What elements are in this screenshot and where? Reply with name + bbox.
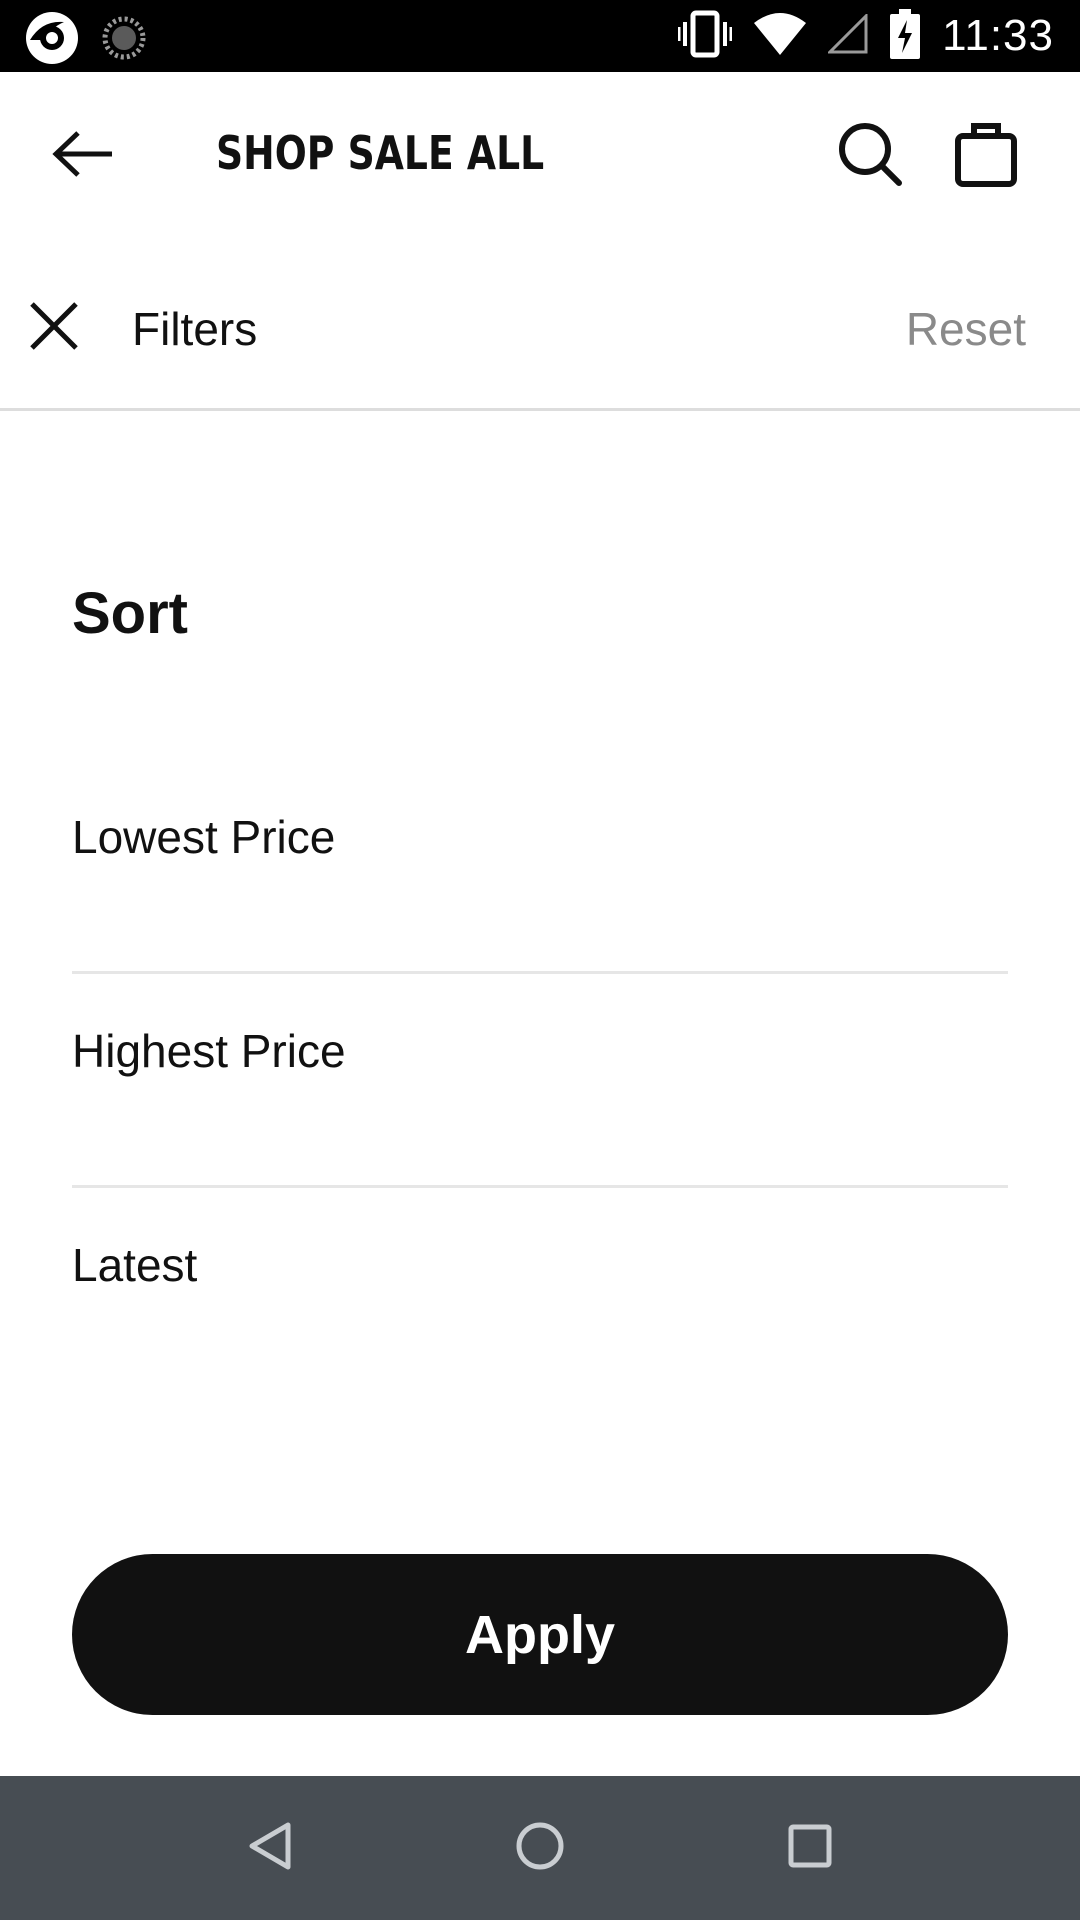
- wifi-icon: [754, 12, 807, 60]
- home-circle-icon: [515, 1821, 565, 1876]
- back-arrow-icon: [52, 130, 116, 183]
- search-icon: [837, 121, 903, 192]
- shopping-bag-icon: [954, 120, 1018, 193]
- nav-home-button[interactable]: [500, 1808, 580, 1888]
- shopping-bag-button[interactable]: [946, 116, 1026, 196]
- vibrate-icon: [677, 10, 733, 63]
- sort-option-latest[interactable]: Latest: [72, 1188, 1008, 1402]
- filters-bar: Filters Reset: [0, 256, 1080, 411]
- sort-heading: Sort: [72, 581, 188, 646]
- app-header: SHOP SALE ALL: [0, 72, 1080, 240]
- sort-option-label: Latest: [72, 1239, 198, 1291]
- back-triangle-icon: [246, 1821, 294, 1876]
- reset-button[interactable]: Reset: [906, 302, 1026, 356]
- search-button[interactable]: [830, 116, 910, 196]
- status-bar: 11:33: [0, 0, 1080, 72]
- signal-icon: [826, 11, 868, 59]
- sort-option-lowest-price[interactable]: Lowest Price: [72, 760, 1008, 974]
- page-title: SHOP SALE ALL: [216, 126, 545, 180]
- status-left-icons: [24, 10, 146, 71]
- status-right-icons: 11:33: [677, 0, 1054, 72]
- screen: 11:33 SHOP SALE ALL Filters Reset Sort L…: [0, 0, 1080, 1920]
- sort-option-label: Lowest Price: [72, 811, 336, 863]
- loading-icon: [102, 16, 146, 65]
- nav-recents-button[interactable]: [770, 1808, 850, 1888]
- back-button[interactable]: [44, 116, 124, 196]
- filters-title: Filters: [132, 303, 258, 355]
- close-icon: [29, 301, 79, 356]
- nav-back-button[interactable]: [230, 1808, 310, 1888]
- sort-option-highest-price[interactable]: Highest Price: [72, 974, 1008, 1188]
- sort-options-list: Lowest Price Highest Price Latest: [72, 760, 1008, 1402]
- app-notification-icon: [24, 10, 80, 71]
- sort-option-label: Highest Price: [72, 1025, 346, 1077]
- status-time: 11:33: [942, 11, 1054, 60]
- apply-button[interactable]: Apply: [72, 1554, 1008, 1715]
- battery-charging-icon: [890, 8, 921, 64]
- recents-square-icon: [787, 1823, 833, 1874]
- close-filters-button[interactable]: [18, 292, 90, 364]
- system-nav-bar: [0, 1776, 1080, 1920]
